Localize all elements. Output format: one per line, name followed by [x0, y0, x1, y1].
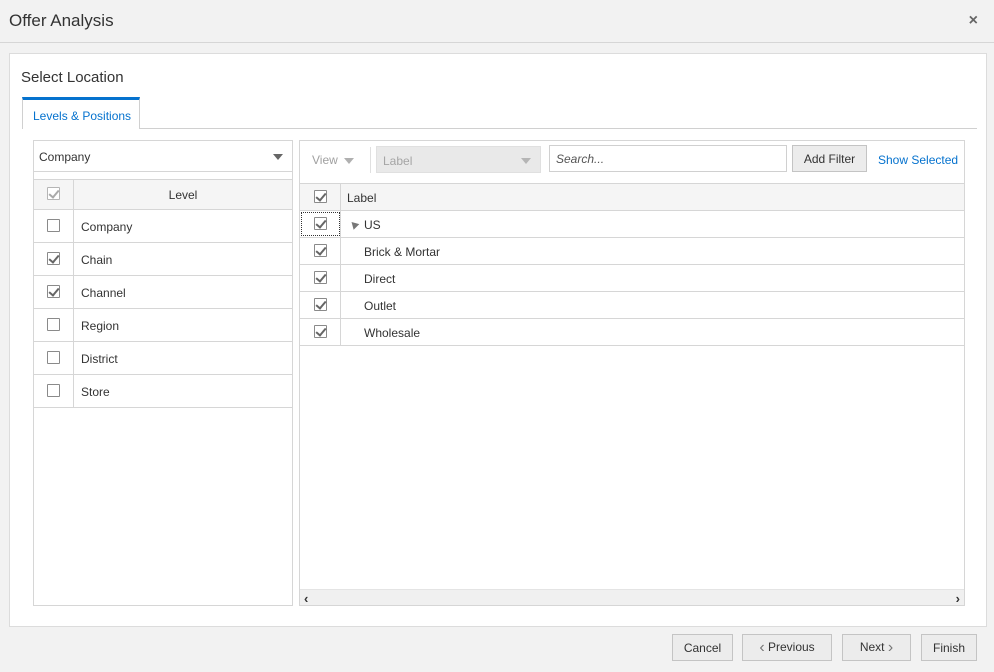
- position-label: Outlet: [364, 299, 397, 313]
- toolbar-separator: [370, 147, 371, 173]
- level-label: Chain: [81, 253, 113, 267]
- positions-table-header: Label: [300, 184, 964, 211]
- level-checkbox-store[interactable]: [47, 384, 60, 397]
- next-button-label: Next: [859, 639, 885, 654]
- position-checkbox-wholesale[interactable]: [314, 325, 327, 338]
- position-checkbox-direct[interactable]: [314, 271, 327, 284]
- levels-table: Level Company Chain Channel Region Distr…: [34, 179, 292, 408]
- level-label: Company: [81, 220, 133, 234]
- label-select-value: Label: [383, 154, 413, 168]
- chevron-right-icon: ›: [887, 638, 894, 656]
- chevron-down-icon: [273, 154, 283, 160]
- tab-label: Levels & Positions: [33, 109, 132, 123]
- dialog-content: Select Location Levels & Positions Compa…: [9, 53, 987, 627]
- position-checkbox-outlet[interactable]: [314, 298, 327, 311]
- label-column-header: Label: [347, 191, 377, 205]
- level-checkbox-channel[interactable]: [47, 285, 60, 298]
- levels-table-header: Level: [34, 180, 292, 210]
- tab-divider: [22, 128, 977, 129]
- level-checkbox-district[interactable]: [47, 351, 60, 364]
- positions-toolbar: View Label Add Filter Show Selected: [300, 141, 964, 179]
- dialog-header: Offer Analysis ×: [0, 0, 994, 43]
- cancel-button-label: Cancel: [683, 640, 722, 655]
- chevron-down-icon: [521, 158, 531, 164]
- show-selected-link[interactable]: Show Selected: [878, 153, 958, 167]
- search-input[interactable]: [549, 145, 787, 172]
- level-checkbox-chain[interactable]: [47, 252, 60, 265]
- position-label: Direct: [364, 272, 396, 286]
- finish-button-label: Finish: [932, 640, 965, 655]
- position-row-outlet[interactable]: Outlet: [300, 292, 964, 319]
- chevron-left-icon: ‹: [759, 638, 765, 656]
- select-all-levels-checkbox[interactable]: [47, 187, 60, 200]
- level-label: District: [81, 352, 118, 366]
- level-label: Store: [81, 385, 110, 399]
- section-title: Select Location: [21, 69, 124, 86]
- position-row-us[interactable]: US: [300, 211, 964, 238]
- level-row-store[interactable]: Store: [34, 375, 292, 408]
- label-select[interactable]: Label: [376, 146, 541, 173]
- hierarchy-select[interactable]: Company: [34, 141, 292, 172]
- level-label: Channel: [81, 286, 126, 300]
- level-row-district[interactable]: District: [34, 342, 292, 375]
- positions-panel: View Label Add Filter Show Selected Labe…: [299, 140, 965, 606]
- dialog-title: Offer Analysis: [9, 11, 114, 30]
- add-filter-button[interactable]: Add Filter: [792, 145, 867, 172]
- finish-button[interactable]: Finish: [921, 634, 977, 661]
- view-menu-label: View: [312, 153, 338, 167]
- chevron-down-icon: [343, 157, 354, 164]
- position-row-wholesale[interactable]: Wholesale: [300, 319, 964, 346]
- hierarchy-select-value: Company: [39, 150, 91, 164]
- level-checkbox-region[interactable]: [47, 318, 60, 331]
- position-row-brick-mortar[interactable]: Brick & Mortar: [300, 238, 964, 265]
- position-checkbox-brick-mortar[interactable]: [314, 244, 327, 257]
- position-label: US: [364, 218, 381, 232]
- level-checkbox-company[interactable]: [47, 219, 60, 232]
- select-all-positions-checkbox[interactable]: [314, 190, 327, 203]
- scroll-right-icon[interactable]: ›: [956, 591, 960, 606]
- tab-levels-positions[interactable]: Levels & Positions: [22, 97, 140, 129]
- level-row-channel[interactable]: Channel: [34, 276, 292, 309]
- level-column-header: Level: [168, 188, 198, 202]
- scroll-left-icon[interactable]: ‹: [304, 591, 308, 606]
- level-row-chain[interactable]: Chain: [34, 243, 292, 276]
- previous-button[interactable]: ‹ Previous: [742, 634, 832, 661]
- cancel-button[interactable]: Cancel: [672, 634, 733, 661]
- level-label: Region: [81, 319, 120, 333]
- position-label: Wholesale: [364, 326, 421, 340]
- positions-table: Label US Brick & Mortar Direct Outlet Wh…: [300, 183, 964, 346]
- expand-triangle-icon[interactable]: [348, 219, 360, 230]
- level-row-company[interactable]: Company: [34, 210, 292, 243]
- position-row-direct[interactable]: Direct: [300, 265, 964, 292]
- position-label: Brick & Mortar: [364, 245, 441, 259]
- next-button[interactable]: Next ›: [842, 634, 911, 661]
- level-row-region[interactable]: Region: [34, 309, 292, 342]
- previous-button-label: Previous: [767, 639, 815, 654]
- view-menu[interactable]: View: [312, 153, 354, 167]
- horizontal-scrollbar[interactable]: ‹ ›: [300, 589, 964, 606]
- close-icon[interactable]: ×: [969, 12, 978, 30]
- position-checkbox-us[interactable]: [314, 217, 327, 230]
- levels-panel: Company Level Company Chain Channel Regi…: [33, 140, 293, 606]
